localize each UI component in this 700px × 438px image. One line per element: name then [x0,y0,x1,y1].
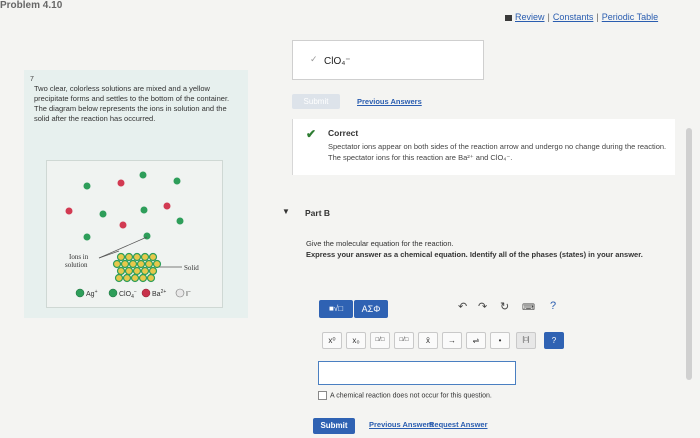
ion-green [83,182,91,190]
part-b-express-instruction: Express your answer as a chemical equati… [306,250,643,259]
ion-red [117,179,125,187]
overbar-button[interactable]: x̄ [418,332,438,349]
link-separator: | [596,12,599,22]
review-icon [505,14,512,21]
legend-ba-label: Ba2+ [152,289,166,298]
ion-green [83,233,91,241]
fraction-alt-button[interactable]: □/□ [394,332,414,349]
legend-clo4-swatch [108,288,118,298]
reset-icon[interactable]: ↻ [500,300,509,313]
ion-green [139,171,147,179]
legend-iodide-label: I− [186,289,191,298]
templates-button[interactable]: ■√□ [319,300,353,318]
label-ions-in: Ions in [69,253,89,261]
legend-clo4-label: ClO4− [119,289,137,300]
superscript-button[interactable]: x⁰ [322,332,342,349]
problem-marker: 7 [30,76,34,83]
feedback-title: Correct [328,128,359,138]
equilibrium-arrow-button[interactable]: ⇌ [466,332,486,349]
equation-toolbar: ■√□ ΑΣΦ ↶ ↷ ↻ ⌨ ? x⁰ x₀ □/□ □/□ x̄ → ⇌ •… [310,290,572,358]
legend-ag-swatch [75,288,85,298]
review-link[interactable]: Review [515,12,545,22]
part-b-instruction: Give the molecular equation for the reac… [306,239,454,248]
solid-precipitate [112,252,162,283]
periodic-table-link[interactable]: Periodic Table [602,12,658,22]
dot-button[interactable]: • [490,332,510,349]
ion-red [163,202,171,210]
legend: Ag+ ClO4− Ba2+ I− [75,288,191,300]
ion-green [176,217,184,225]
redo-icon[interactable]: ↷ [478,300,487,313]
link-separator: | [547,12,550,22]
problem-title: Problem 4.10 [0,0,63,11]
greek-symbols-button[interactable]: ΑΣΦ [354,300,388,318]
ion-diagram: Ions in solution Solid Ag+ ClO4− Ba2+ I− [46,160,223,308]
label-solid: Solid [184,264,199,272]
part-a-previous-answers-link[interactable]: Previous Answers [357,97,422,106]
fraction-button[interactable]: □/□ [370,332,390,349]
part-b-previous-answers-link[interactable]: Previous Answers [369,420,434,429]
help-button[interactable]: ? [544,332,564,349]
correct-check-icon: ✔ [306,127,317,141]
brackets-button[interactable]: [□] [516,332,536,349]
legend-ag-label: Ag+ [86,289,98,298]
part-b-title: Part B [305,208,331,218]
scrollbar[interactable] [686,128,692,380]
no-reaction-label: A chemical reaction does not occur for t… [330,392,492,400]
top-links: Review | Constants | Periodic Table [505,12,658,22]
keyboard-icon[interactable]: ⌨ [522,302,535,313]
ion-red [119,221,127,229]
help-icon[interactable]: ? [550,300,556,312]
no-reaction-checkbox[interactable] [318,391,327,400]
label-solution: solution [65,261,88,269]
ion-green [99,210,107,218]
undo-icon[interactable]: ↶ [458,300,467,313]
no-reaction-option[interactable]: A chemical reaction does not occur for t… [318,391,492,400]
ion-diagram-svg: Ions in solution Solid Ag+ ClO4− Ba2+ I− [65,171,199,300]
equation-input[interactable] [318,361,516,385]
part-a-answer-box [292,40,484,80]
legend-iodide-swatch [175,288,185,298]
request-answer-link[interactable]: Request Answer [429,420,488,429]
feedback-message: Spectator ions appear on both sides of t… [328,142,667,162]
pointer-line-ions [98,250,120,259]
ion-red [65,207,73,215]
problem-text: Two clear, colorless solutions are mixed… [34,84,230,123]
constants-link[interactable]: Constants [553,12,594,22]
part-a-answer-value: ClO₄⁻ [324,56,351,67]
part-b-submit-button[interactable]: Submit [313,418,355,434]
reaction-arrow-button[interactable]: → [442,332,462,349]
subscript-button[interactable]: x₀ [346,332,366,349]
collapse-caret-icon[interactable]: ▼ [282,207,290,216]
legend-ba-swatch [141,288,151,298]
part-a-submit-button[interactable]: Submit [292,94,340,109]
ion-green [173,177,181,185]
ion-green [140,206,148,214]
answer-check-icon: ✓ [310,54,318,64]
